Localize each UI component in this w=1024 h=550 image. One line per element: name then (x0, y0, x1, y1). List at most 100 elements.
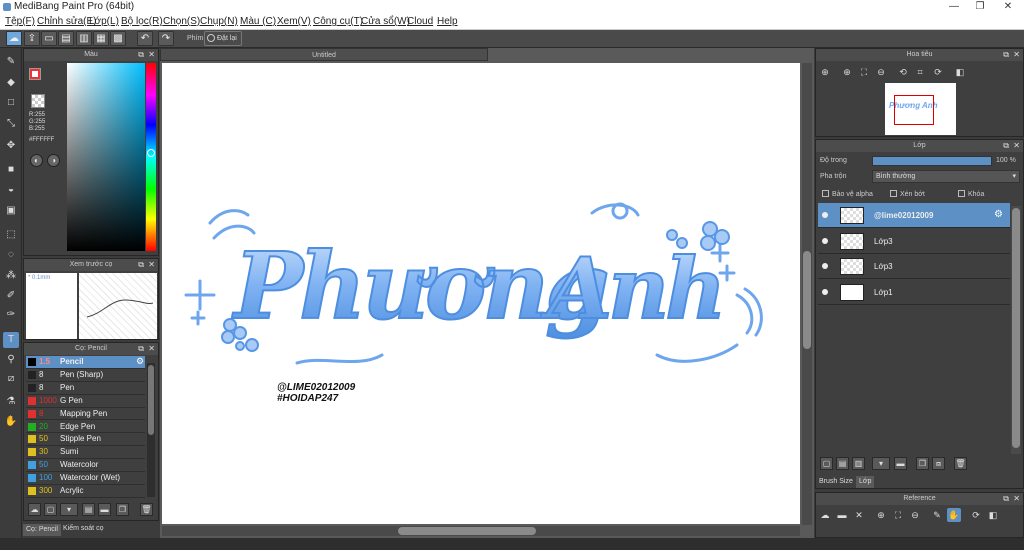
tab-layer[interactable]: Lớp (856, 476, 875, 488)
rotate-right-icon[interactable]: ⟳ (931, 65, 945, 79)
divide-tool-icon[interactable]: ⧄ (3, 371, 19, 387)
color-wheel-icon[interactable]: ◑ (47, 154, 60, 167)
brush-properties-icon[interactable]: ▤ (82, 503, 95, 516)
brush-item[interactable]: 8 Mapping Pen (26, 408, 145, 421)
saturation-value-picker[interactable] (67, 63, 145, 251)
menu-filter[interactable]: Bộ lọc(R) (121, 14, 163, 30)
zoom-out-icon[interactable]: ⊖ (874, 65, 888, 79)
viewport-rectangle[interactable] (894, 95, 934, 125)
layer-folder-icon[interactable]: ▬ (894, 457, 907, 470)
fit-icon[interactable]: ⛶ (891, 508, 905, 522)
lock-checkbox[interactable]: Khóa (958, 190, 984, 198)
brush-item[interactable]: 1.5 Pencil (26, 356, 145, 369)
cloud-icon[interactable]: ☁ (818, 508, 832, 522)
reset-button[interactable]: Đặt lại (204, 31, 242, 46)
close-icon[interactable]: ✕ (1013, 49, 1020, 61)
delete-layer-icon[interactable]: 🗑 (954, 457, 967, 470)
flip-icon[interactable]: ◧ (986, 508, 1000, 522)
dot-tool-icon[interactable]: □ (3, 95, 19, 111)
popout-icon[interactable]: ⧉ (1003, 49, 1009, 61)
hue-slider[interactable] (146, 63, 156, 251)
scroll-thumb[interactable] (398, 527, 536, 535)
select-tool-icon[interactable]: ⬚ (3, 227, 19, 243)
palette-icon[interactable]: ◐ (30, 154, 43, 167)
document-tab[interactable]: Untitled (160, 48, 488, 61)
menu-select[interactable]: Chọn(S) (163, 14, 200, 30)
opacity-slider[interactable] (872, 156, 992, 166)
magic-wand-icon[interactable]: ⁂ (3, 268, 19, 284)
export-icon[interactable]: ⇪ (24, 31, 40, 46)
maximize-button[interactable]: ❐ (966, 0, 994, 14)
hue-slider-knob[interactable] (147, 149, 155, 157)
page-icon[interactable]: ▦ (93, 31, 109, 46)
brush-tool-icon[interactable]: ✎ (3, 54, 19, 70)
close-icon[interactable]: ✕ (1013, 493, 1020, 505)
redo-icon[interactable]: ↷ (158, 31, 174, 46)
zoom-icon[interactable]: ⊕ (818, 65, 832, 79)
layer-settings-gear-icon[interactable]: ⚙ (994, 209, 1003, 220)
comment-icon[interactable]: ▭ (41, 31, 57, 46)
brush-item[interactable]: 300 Acrylic (26, 485, 145, 498)
message-icon[interactable]: ▤ (58, 31, 74, 46)
brush-item[interactable]: 50 Stipple Pen (26, 433, 145, 447)
menu-tools[interactable]: Công cụ(T) (313, 14, 363, 30)
popout-icon[interactable]: ⧉ (1003, 140, 1009, 152)
scroll-thumb[interactable] (803, 251, 811, 349)
visibility-eye-icon[interactable] (822, 237, 828, 244)
foreground-color-swatch[interactable] (29, 68, 41, 80)
eyedropper-icon[interactable]: ✎ (930, 508, 944, 522)
new-brush-icon[interactable]: ▢ (44, 503, 57, 516)
add-layer-menu-icon[interactable]: ▾ (872, 457, 890, 470)
pan-tool-icon[interactable]: ✋ (3, 414, 19, 430)
add-brush-menu-icon[interactable]: ▾ (60, 503, 78, 516)
flip-icon[interactable]: ◧ (953, 65, 967, 79)
scroll-thumb[interactable] (148, 365, 154, 435)
brush-item[interactable]: 50 Watercolor (26, 459, 145, 473)
rotate-left-icon[interactable]: ⟲ (896, 65, 910, 79)
brush-item[interactable]: 100 Watercolor (Wet) (26, 472, 145, 485)
document-icon[interactable]: ▥ (76, 31, 92, 46)
close-icon[interactable]: ✕ (148, 343, 155, 355)
close-icon[interactable]: ✕ (148, 49, 155, 61)
cloud-brush-icon[interactable]: ☁ (28, 503, 41, 516)
tab-brush-size[interactable]: Brush Size (819, 476, 853, 488)
brush-item[interactable]: 1000 G Pen (26, 395, 145, 408)
bucket-tool-icon[interactable]: ◒ (3, 182, 19, 198)
menu-edit[interactable]: Chỉnh sửa(E) (37, 14, 97, 30)
layer-list-scrollbar[interactable] (1011, 206, 1021, 454)
navigator-thumbnail[interactable]: Phương Anh (885, 83, 956, 135)
menu-window[interactable]: Cửa sổ(W) (361, 14, 410, 30)
menu-cloud[interactable]: Cloud (407, 14, 433, 30)
select-pen-icon[interactable]: ✐ (3, 288, 19, 304)
zoom-in-icon[interactable]: ⊕ (840, 65, 854, 79)
new-8bit-layer-icon[interactable]: ▥ (852, 457, 865, 470)
layer-item[interactable]: @lime02012009 (818, 203, 1010, 228)
minimize-button[interactable]: — (940, 0, 968, 14)
zoom-out-icon[interactable]: ⊖ (908, 508, 922, 522)
fit-icon[interactable]: ⛶ (857, 65, 871, 79)
popout-icon[interactable]: ⧉ (138, 49, 144, 61)
hand-tool-icon[interactable]: ✥ (3, 138, 19, 154)
eyedropper-tool-icon[interactable]: ⚗ (3, 394, 19, 410)
brush-item[interactable]: 20 Edge Pen (26, 421, 145, 434)
select-eraser-icon[interactable]: ✑ (3, 307, 19, 323)
brush-item[interactable]: 8 Pen (26, 382, 145, 395)
menu-layer[interactable]: Lớp(L) (89, 14, 119, 30)
scroll-thumb[interactable] (1012, 208, 1020, 448)
canvas-vertical-scrollbar[interactable] (802, 63, 812, 525)
visibility-eye-icon[interactable] (822, 288, 828, 295)
brush-item[interactable]: 30 Sumi (26, 446, 145, 460)
duplicate-layer-icon[interactable]: ❐ (916, 457, 929, 470)
menu-help[interactable]: Help (437, 14, 458, 30)
operation-tool-icon[interactable]: ⚲ (3, 352, 19, 368)
menu-view[interactable]: Xem(V) (277, 14, 311, 30)
popout-icon[interactable]: ⧉ (138, 343, 144, 355)
cloud-icon[interactable]: ☁ (6, 31, 22, 46)
text-tool-icon[interactable]: T (3, 332, 19, 348)
blend-mode-select[interactable]: Bình thường ▾ (872, 170, 1020, 183)
fit-window-icon[interactable]: ⌗ (913, 65, 927, 79)
brush-settings-gear-icon[interactable]: ⚙ (136, 356, 144, 367)
popout-icon[interactable]: ⧉ (138, 259, 144, 271)
new-halftone-layer-icon[interactable]: ▤ (836, 457, 849, 470)
canvas-horizontal-scrollbar[interactable] (162, 526, 800, 536)
